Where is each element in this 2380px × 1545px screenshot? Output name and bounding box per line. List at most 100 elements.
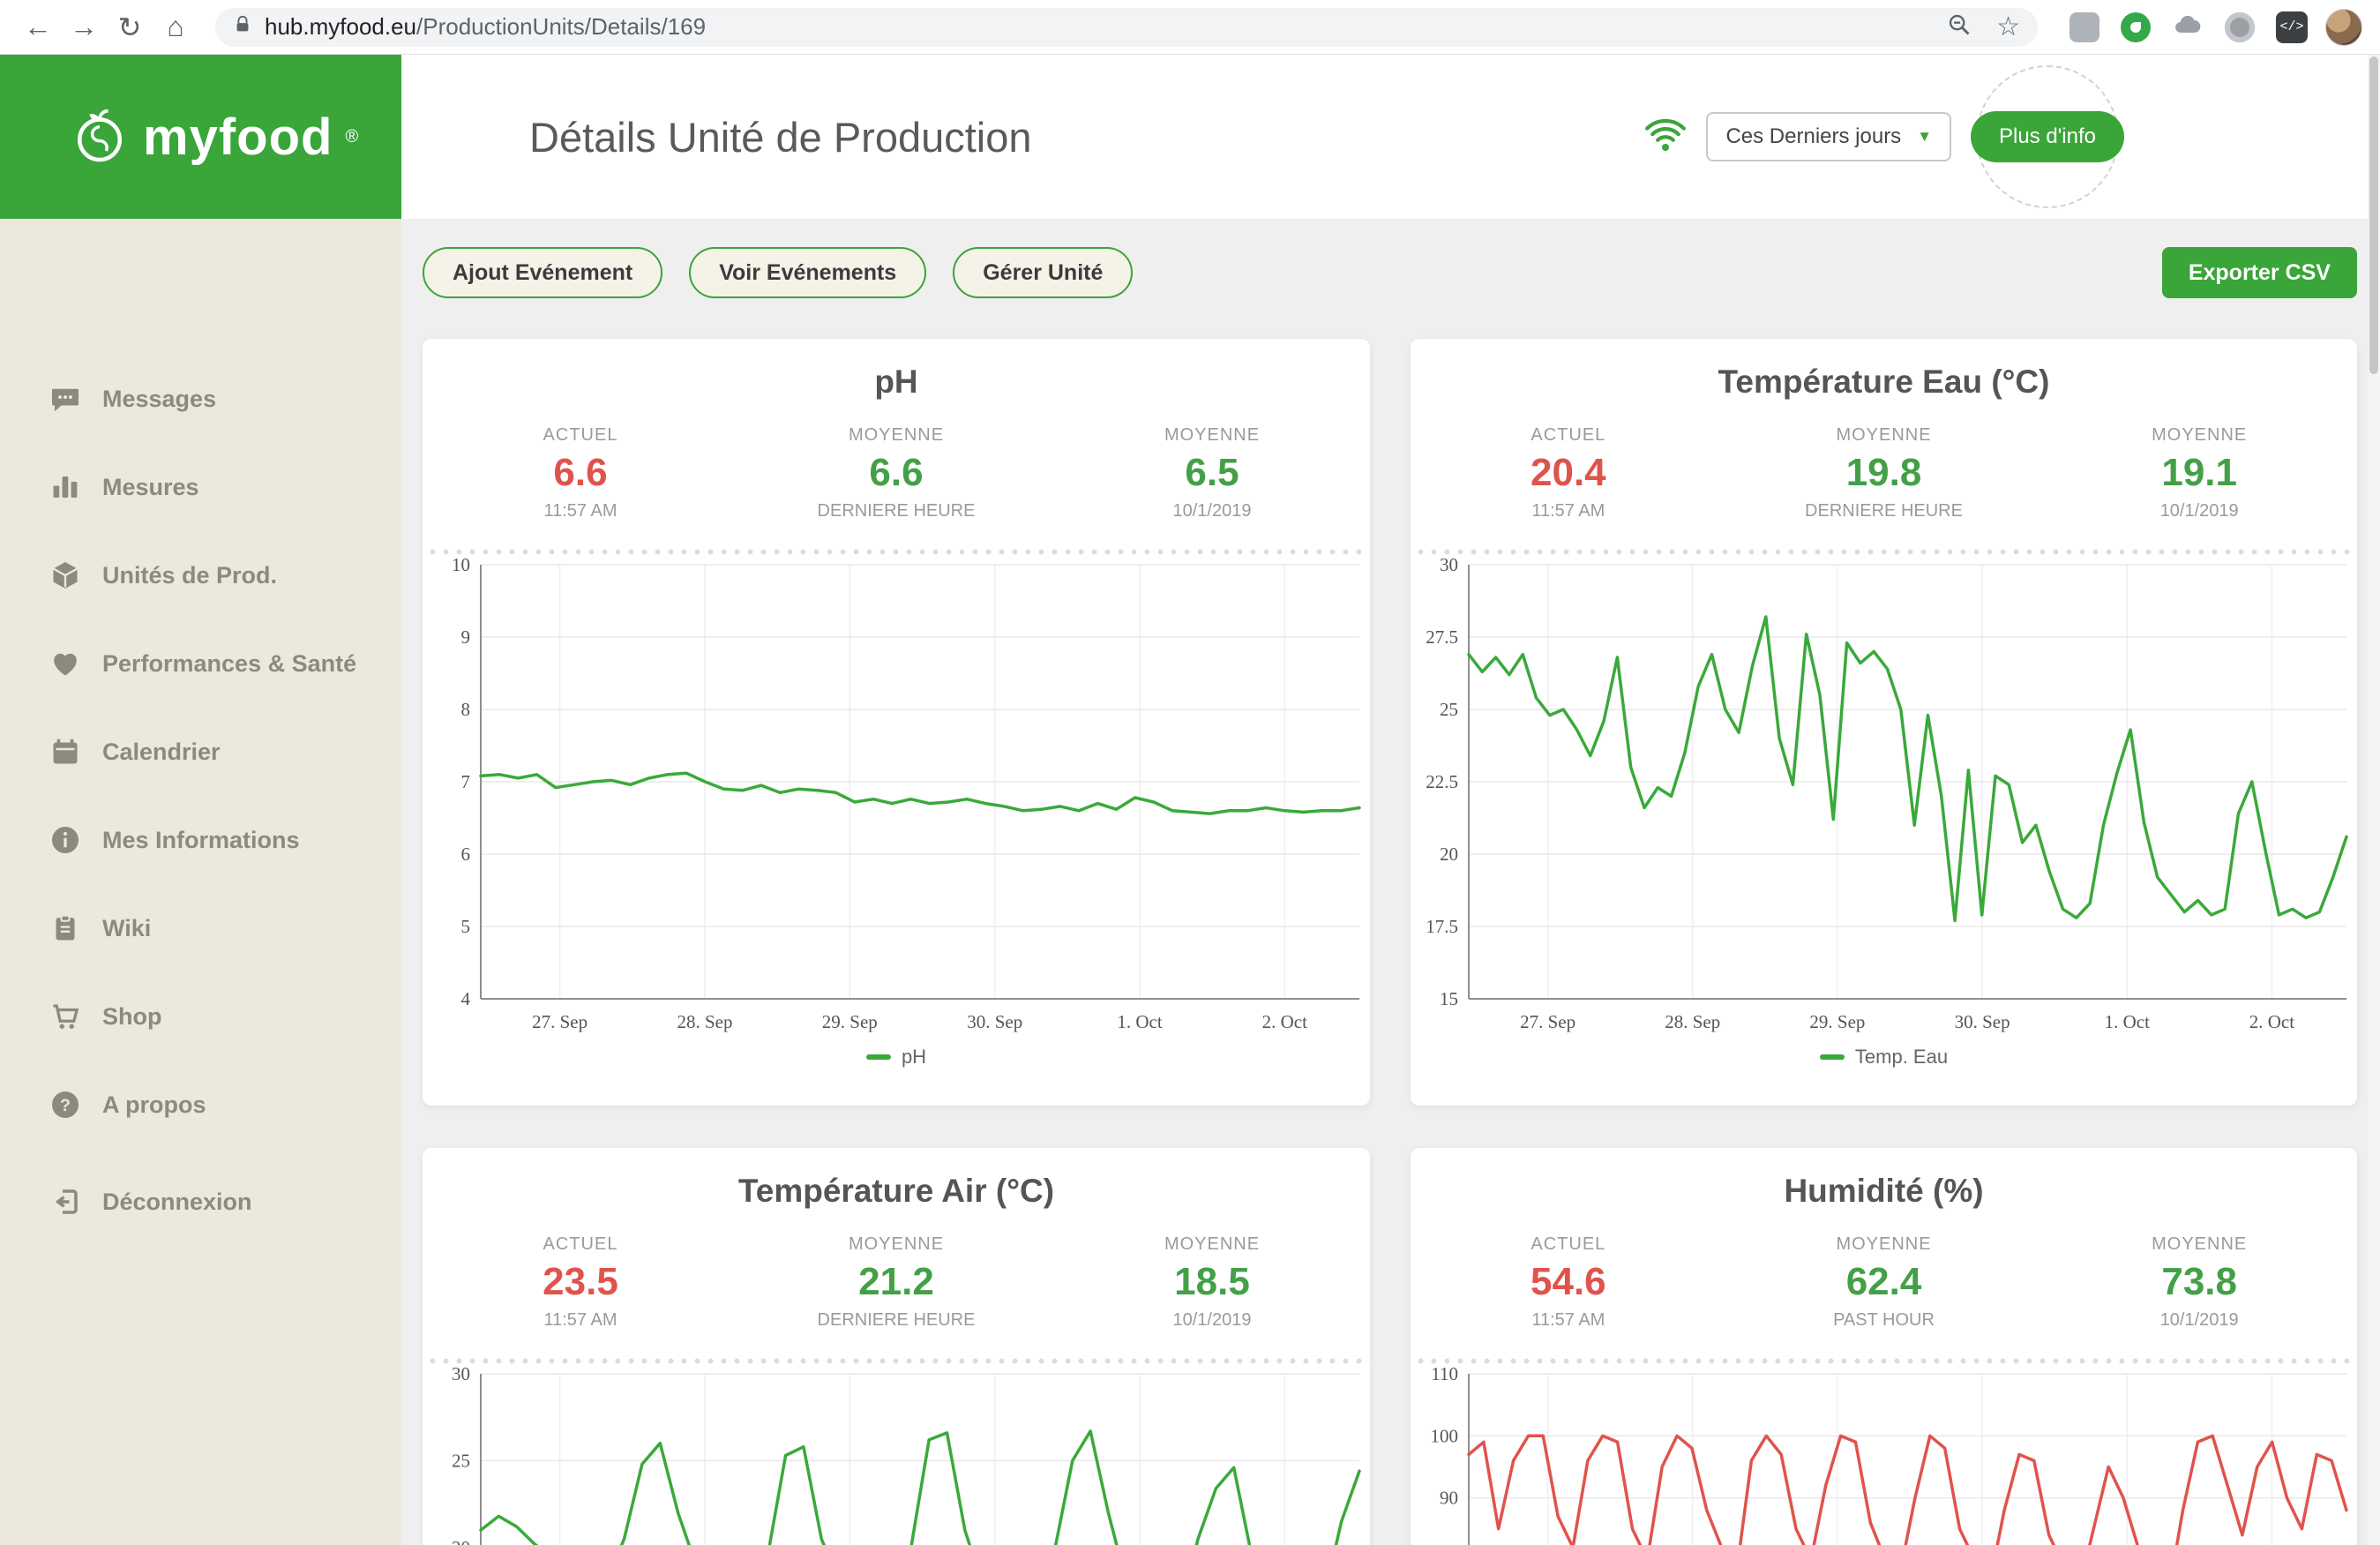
svg-text:10: 10 — [452, 558, 470, 575]
page-scrollbar[interactable] — [2368, 55, 2380, 1545]
svg-text:100: 100 — [1431, 1425, 1459, 1446]
url-path: /ProductionUnits/Details/169 — [416, 13, 706, 40]
sidebar-item-unites-de-prod[interactable]: Unités de Prod. — [49, 531, 401, 619]
svg-text:28. Sep: 28. Sep — [677, 1011, 733, 1032]
forward-button[interactable]: → — [64, 7, 104, 48]
sidebar-menu: Messages Mesures Unités de Prod. Perform… — [0, 219, 401, 1246]
stat-moyenne-jour: MOYENNE 73.8 10/1/2019 — [2041, 1234, 2357, 1331]
stat-sub: 11:57 AM — [423, 501, 738, 521]
scrollbar-thumb[interactable] — [2369, 56, 2378, 374]
stat-moyenne-heure: MOYENNE 6.6 DERNIERE HEURE — [738, 425, 1054, 521]
sidebar-item-messages[interactable]: Messages — [49, 355, 401, 443]
stats-row: ACTUEL 6.6 11:57 AM MOYENNE 6.6 DERNIERE… — [423, 425, 1370, 521]
sidebar-item-label: Mes Informations — [102, 827, 300, 854]
legend-swatch — [1820, 1054, 1845, 1060]
myfood-logo[interactable]: myfood ® — [0, 55, 401, 219]
svg-text:30: 30 — [452, 1367, 470, 1384]
stat-value: 23.5 — [423, 1260, 738, 1304]
sidebar-item-mes-informations[interactable]: Mes Informations — [49, 796, 401, 884]
brand-name: myfood — [143, 108, 333, 167]
svg-text:27.5: 27.5 — [1426, 626, 1458, 648]
svg-text:9: 9 — [461, 626, 471, 648]
lock-icon — [233, 15, 252, 39]
back-button[interactable]: ← — [18, 7, 58, 48]
add-event-button[interactable]: Ajout Evénement — [423, 247, 662, 298]
stat-moyenne-jour: MOYENNE 18.5 10/1/2019 — [1054, 1234, 1370, 1331]
humidite-chart[interactable]: 40506070809010011027. Sep28. Sep29. Sep3… — [1411, 1367, 2357, 1545]
sidebar-item-label: Déconnexion — [102, 1189, 252, 1216]
extension-green-icon[interactable] — [2121, 12, 2151, 42]
sidebar-item-label: Mesures — [102, 474, 199, 501]
extension-screenshot-icon[interactable] — [2069, 12, 2099, 42]
svg-text:28. Sep: 28. Sep — [1665, 1011, 1720, 1032]
sidebar-item-calendrier[interactable]: Calendrier — [49, 708, 401, 796]
sidebar-item-shop[interactable]: Shop — [49, 972, 401, 1061]
extension-code-icon[interactable]: </> — [2276, 11, 2308, 43]
extension-gray-icon[interactable] — [2225, 12, 2255, 42]
sidebar-item-mesures[interactable]: Mesures — [49, 443, 401, 531]
sidebar-item-a-propos[interactable]: ? A propos — [49, 1061, 401, 1149]
card-title: Humidité (%) — [1411, 1173, 2357, 1213]
stat-sub: 11:57 AM — [423, 1310, 738, 1331]
temp-air-chart[interactable]: 5101520253027. Sep28. Sep29. Sep30. Sep1… — [423, 1367, 1370, 1545]
browser-chrome: ← → ↻ ⌂ hub.myfood.eu/ProductionUnits/De… — [0, 0, 2380, 55]
zoom-icon[interactable] — [1947, 12, 1972, 41]
view-events-button[interactable]: Voir Evénements — [689, 247, 926, 298]
more-info-button[interactable]: Plus d'info — [1971, 111, 2124, 162]
extension-cloud-icon[interactable] — [2172, 9, 2204, 45]
stat-sub: 10/1/2019 — [1054, 1310, 1370, 1331]
legend-label: pH — [902, 1046, 926, 1069]
stat-sub: DERNIERE HEURE — [738, 501, 1054, 521]
card-title: Température Air (°C) — [423, 1173, 1370, 1213]
stat-label: MOYENNE — [2041, 1234, 2357, 1255]
ph-chart[interactable]: 4567891027. Sep28. Sep29. Sep30. Sep1. O… — [423, 558, 1370, 1039]
export-csv-button[interactable]: Exporter CSV — [2162, 247, 2357, 298]
refresh-icon: ↻ — [118, 11, 142, 44]
stat-label: ACTUEL — [423, 1234, 738, 1255]
stat-moyenne-jour: MOYENNE 6.5 10/1/2019 — [1054, 425, 1370, 521]
date-range-dropdown[interactable]: Ces Derniers jours ▼ — [1706, 112, 1951, 161]
dotted-divider — [1411, 548, 2357, 556]
svg-text:?: ? — [60, 1096, 71, 1115]
stat-moyenne-heure: MOYENNE 19.8 DERNIERE HEURE — [1726, 425, 2042, 521]
stat-value: 6.5 — [1054, 451, 1370, 495]
card-temp-air: Température Air (°C) ACTUEL 23.5 11:57 A… — [423, 1148, 1370, 1545]
page-header: Détails Unité de Production Ces Derniers… — [401, 55, 2380, 219]
svg-text:17.5: 17.5 — [1426, 916, 1458, 937]
home-button[interactable]: ⌂ — [155, 7, 196, 48]
apple-logo-icon — [69, 104, 131, 170]
sidebar-item-deconnexion[interactable]: Déconnexion — [49, 1158, 401, 1246]
bookmark-star-icon[interactable]: ☆ — [1996, 11, 2020, 42]
svg-text:1. Oct: 1. Oct — [2105, 1011, 2150, 1032]
chart-legend: Temp. Eau — [1411, 1046, 2357, 1069]
home-icon: ⌂ — [167, 11, 183, 43]
url-text: hub.myfood.eu/ProductionUnits/Details/16… — [265, 13, 706, 41]
stat-value: 73.8 — [2041, 1260, 2357, 1304]
toolbar: Ajout Evénement Voir Evénements Gérer Un… — [423, 247, 2357, 298]
manage-unit-button[interactable]: Gérer Unité — [953, 247, 1133, 298]
chart-legend: pH — [423, 1046, 1370, 1069]
svg-text:30. Sep: 30. Sep — [1955, 1011, 2010, 1032]
cart-icon — [49, 1001, 81, 1032]
stats-row: ACTUEL 20.4 11:57 AM MOYENNE 19.8 DERNIE… — [1411, 425, 2357, 521]
stat-sub: 11:57 AM — [1411, 1310, 1726, 1331]
svg-text:30: 30 — [1440, 558, 1458, 575]
svg-text:29. Sep: 29. Sep — [822, 1011, 878, 1032]
svg-text:27. Sep: 27. Sep — [532, 1011, 588, 1032]
date-range-label: Ces Derniers jours — [1725, 124, 1901, 149]
wifi-status-icon — [1644, 117, 1687, 157]
registered-mark: ® — [345, 127, 358, 147]
stat-actuel: ACTUEL 20.4 11:57 AM — [1411, 425, 1726, 521]
profile-avatar[interactable] — [2325, 9, 2362, 46]
sidebar-item-label: Unités de Prod. — [102, 562, 277, 589]
stat-sub: 10/1/2019 — [2041, 1310, 2357, 1331]
heart-icon — [49, 648, 81, 679]
sidebar-item-wiki[interactable]: Wiki — [49, 884, 401, 972]
address-bar[interactable]: hub.myfood.eu/ProductionUnits/Details/16… — [215, 8, 2038, 47]
sidebar-item-performances-sante[interactable]: Performances & Santé — [49, 619, 401, 708]
stat-label: MOYENNE — [1054, 1234, 1370, 1255]
stat-label: ACTUEL — [1411, 1234, 1726, 1255]
stat-actuel: ACTUEL 6.6 11:57 AM — [423, 425, 738, 521]
temp-eau-chart[interactable]: 1517.52022.52527.53027. Sep28. Sep29. Se… — [1411, 558, 2357, 1039]
refresh-button[interactable]: ↻ — [109, 7, 150, 48]
